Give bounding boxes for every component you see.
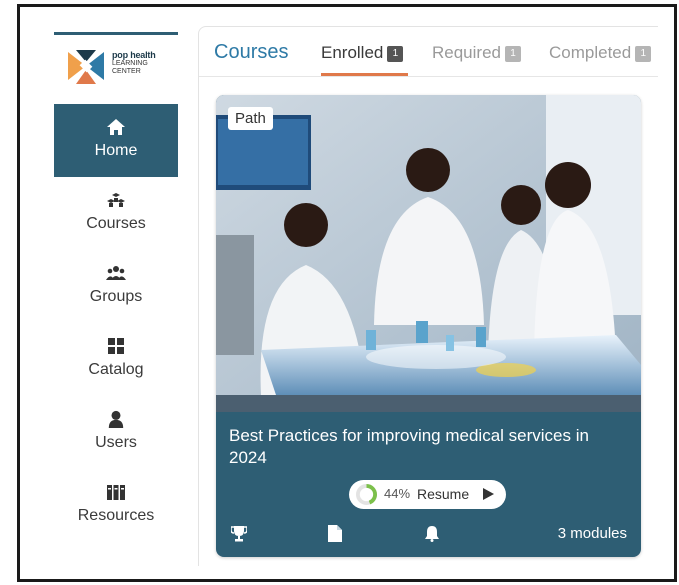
tab-required[interactable]: Required 1 (432, 43, 521, 63)
sidebar-item-home[interactable]: Home (54, 104, 178, 177)
catalog-icon (108, 338, 124, 354)
sidebar-item-catalog[interactable]: Catalog (54, 323, 178, 396)
sidebar-item-label: Courses (86, 215, 146, 232)
sidebar-item-groups[interactable]: Groups (54, 250, 178, 323)
sidebar-item-label: Users (95, 434, 137, 451)
courses-icon (107, 193, 125, 207)
tab-enrolled[interactable]: Enrolled 1 (321, 43, 404, 63)
sidebar-item-resources[interactable]: Resources (54, 469, 178, 542)
sidebar-item-courses[interactable]: Courses (54, 177, 178, 250)
path-badge: Path (228, 107, 273, 130)
groups-icon (106, 266, 126, 280)
tab-label: Required (432, 43, 501, 62)
tab-label: Enrolled (321, 43, 384, 62)
user-icon (108, 410, 124, 428)
section-title[interactable]: Courses (214, 41, 288, 64)
logo-line3: CENTER (112, 68, 141, 75)
module-count: 3 modules (557, 525, 627, 542)
bell-icon[interactable] (424, 525, 440, 542)
logo-mark-icon (68, 50, 104, 84)
progress-percent: 44% (384, 486, 411, 501)
sidebar-item-label: Catalog (88, 361, 144, 378)
tab-count-badge: 1 (635, 46, 652, 62)
home-icon (107, 119, 125, 135)
course-card[interactable]: Path Best Practices for improving medica… (216, 95, 641, 557)
logo-text: pop health LEARNING CENTER (112, 50, 156, 76)
resources-icon (107, 485, 125, 500)
sidebar-item-label: Resources (77, 507, 155, 524)
course-title[interactable]: Best Practices for improving medical ser… (229, 425, 629, 469)
tab-count-badge: 1 (387, 46, 404, 62)
tab-label: Completed (549, 43, 632, 62)
tab-count-badge: 1 (505, 46, 521, 62)
resume-label: Resume (417, 486, 470, 502)
tab-bar: Courses Enrolled 1 Required 1 Completed 1 (199, 27, 658, 77)
sidebar-item-label: Groups (89, 288, 143, 305)
document-icon[interactable] (328, 525, 342, 542)
trophy-icon[interactable] (231, 525, 247, 542)
course-cover-image (216, 95, 641, 412)
progress-ring-icon (356, 484, 377, 505)
play-icon (483, 488, 494, 500)
sidebar-item-label: Home (94, 142, 138, 159)
resume-button[interactable]: 44% Resume (349, 480, 506, 509)
logo-line1: pop health (112, 50, 156, 60)
logo[interactable]: pop health LEARNING CENTER (64, 46, 174, 90)
logo-line2: LEARNING (112, 60, 148, 67)
sidebar-accent-line (54, 32, 178, 35)
sidebar-item-users[interactable]: Users (54, 396, 178, 469)
sidebar: pop health LEARNING CENTER Home Courses (54, 32, 178, 552)
tab-completed[interactable]: Completed 1 (549, 43, 652, 63)
active-tab-indicator (321, 73, 408, 76)
main-panel: Courses Enrolled 1 Required 1 Completed 1 (198, 26, 658, 566)
